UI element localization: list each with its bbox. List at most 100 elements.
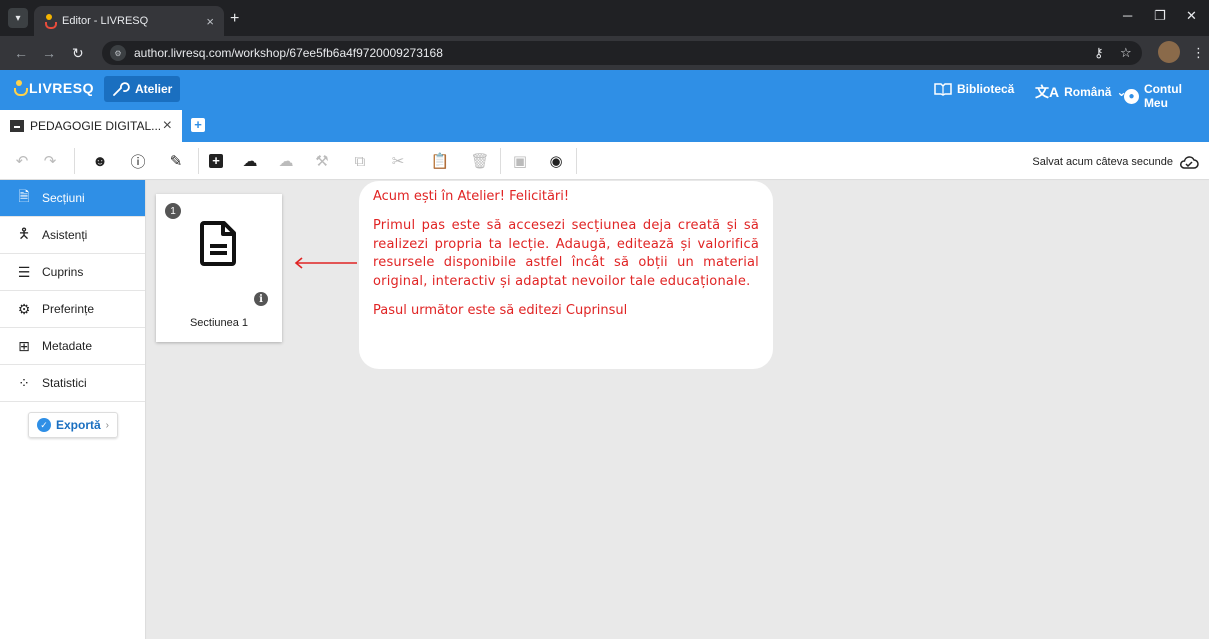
wrench-tool-icon[interactable]: ⚒ <box>312 151 332 171</box>
livresq-logo[interactable]: LIVRESQ <box>14 80 94 96</box>
sidebar-item-preferences[interactable]: ⚙ Preferințe <box>0 291 145 328</box>
section-info-icon[interactable]: i <box>254 292 268 306</box>
close-window-icon[interactable]: ✕ <box>1186 8 1197 24</box>
chevron-right-icon: › <box>105 419 110 431</box>
password-key-icon[interactable]: ⚷ <box>1094 45 1104 61</box>
sidebar-item-statistics[interactable]: ⁘ Statistici <box>0 365 145 402</box>
copy-icon[interactable]: ⧉ <box>350 151 370 171</box>
close-document-icon[interactable]: × <box>163 117 172 135</box>
app-header: LIVRESQ Atelier Bibliotecă 文A Română ⌄ ●… <box>0 70 1209 110</box>
tutorial-body: Primul pas este să accesezi secțiunea de… <box>373 218 759 289</box>
reload-icon[interactable]: ↻ <box>72 45 84 62</box>
toolbar-divider <box>74 148 75 174</box>
preview-eye-icon[interactable]: ◉ <box>546 151 566 171</box>
section-document-icon <box>200 221 236 266</box>
section-card[interactable]: 1 i Sectiunea 1 <box>156 194 282 342</box>
info-icon[interactable]: ⓘ <box>128 151 148 171</box>
atelier-button[interactable]: Atelier <box>104 76 181 102</box>
browser-menu-icon[interactable]: ⋮ <box>1192 45 1205 61</box>
cloud-download-icon[interactable]: ☁ <box>276 151 296 171</box>
tab-search-icon[interactable]: ▾ <box>8 8 28 28</box>
undo-icon[interactable]: ↶ <box>12 151 32 171</box>
new-tab-icon[interactable]: + <box>230 10 239 28</box>
verified-badge-icon: ✓ <box>36 418 51 432</box>
sidebar-item-metadata[interactable]: ⊞ Metadate <box>0 328 145 365</box>
language-select[interactable]: 文A Română ⌄ <box>1035 82 1127 102</box>
close-tab-icon[interactable]: × <box>206 14 214 29</box>
section-number-badge: 1 <box>165 203 181 219</box>
account-link[interactable]: ● Contul Meu <box>1124 82 1209 110</box>
back-icon[interactable]: ← <box>14 45 28 61</box>
atelier-label: Atelier <box>135 82 173 96</box>
editor-toolbar: ↶ ↷ ☻ ⓘ ✎ + ☁ ☁ ⚒ ⧉ ✂ 📋 🗑 ▣ ◉ Salvat acu… <box>0 142 1209 180</box>
gear-icon: ⚙ <box>17 300 31 317</box>
sidebar-item-sections[interactable]: 🗎 Secțiuni <box>0 180 145 217</box>
browser-tab-bar: ▾ Editor - LIVRESQ × + ─ ❐ ✕ <box>0 0 1209 36</box>
restore-icon[interactable]: ❐ <box>1154 8 1166 24</box>
logo-text: LIVRESQ <box>29 80 94 96</box>
save-status-text: Salvat acum câteva secunde <box>1032 156 1173 168</box>
address-bar: ← → ↻ ⚙ author.livresq.com/workshop/67ee… <box>0 36 1209 70</box>
export-label: Exportă <box>55 418 101 432</box>
minimize-icon[interactable]: ─ <box>1123 8 1132 23</box>
sidebar-item-label: Statistici <box>42 376 87 390</box>
pointer-arrow-icon <box>294 257 357 269</box>
cloud-upload-icon[interactable]: ☁ <box>240 151 260 171</box>
sidebar-item-label: Asistenți <box>42 228 88 242</box>
language-label: Română <box>1064 85 1112 99</box>
section-card-label: Sectiunea 1 <box>189 317 249 329</box>
livresq-favicon-icon <box>44 14 57 29</box>
document-tab-title: PEDAGOGIE DIGITAL... <box>30 119 162 133</box>
library-label: Bibliotecă <box>957 82 1015 96</box>
sidebar-item-label: Cuprins <box>42 265 84 279</box>
metadata-icon: ⊞ <box>18 337 30 354</box>
save-status: Salvat acum câteva secunde <box>1032 155 1199 169</box>
browser-tab[interactable]: Editor - LIVRESQ × <box>34 6 224 36</box>
forward-icon[interactable]: → <box>42 45 56 61</box>
account-label: Contul Meu <box>1143 82 1182 110</box>
site-info-icon[interactable]: ⚙ <box>110 45 126 61</box>
profile-avatar[interactable] <box>1158 41 1180 63</box>
account-circle-icon: ● <box>1124 88 1139 104</box>
move-section-icon[interactable]: ▣ <box>510 151 530 171</box>
toolbar-divider <box>500 148 501 174</box>
tutorial-next-step: Pasul următor este să editezi Cuprinsul <box>373 303 628 319</box>
toolbar-divider <box>576 148 577 174</box>
sidebar-item-label: Preferințe <box>42 302 95 316</box>
edit-pen-icon[interactable]: ✎ <box>166 151 186 171</box>
cut-icon[interactable]: ✂ <box>388 151 408 171</box>
document-tabs: PEDAGOGIE DIGITAL... × + <box>0 108 1209 142</box>
document-icon: 🗎 <box>18 188 30 204</box>
book-icon <box>934 83 952 96</box>
browser-tab-title: Editor - LIVRESQ <box>62 15 149 27</box>
workspace: 1 i Sectiunea 1 Acum ești în Atelier! Fe… <box>147 181 1209 639</box>
translate-icon: 文A <box>1035 84 1060 100</box>
redo-icon[interactable]: ↷ <box>40 151 60 171</box>
document-tab[interactable]: PEDAGOGIE DIGITAL... × <box>0 110 182 142</box>
sidebar-item-label: Secțiuni <box>42 191 85 205</box>
delete-icon[interactable]: 🗑 <box>470 151 490 171</box>
cloud-done-icon <box>1180 156 1199 169</box>
library-link[interactable]: Bibliotecă <box>934 82 1014 96</box>
assistant-head-icon[interactable]: ☻ <box>90 151 110 171</box>
add-document-tab-icon[interactable]: + <box>191 118 205 132</box>
tutorial-title: Acum ești în Atelier! Felicitări! <box>373 189 570 204</box>
paste-clipboard-icon[interactable]: 📋 <box>430 151 450 171</box>
bookmark-star-icon[interactable]: ☆ <box>1120 45 1132 61</box>
tutorial-bubble: Acum ești în Atelier! Felicitări! Primul… <box>359 181 773 369</box>
sidebar: 🗎 Secțiuni 🯅 Asistenți ☰ Cuprins ⚙ Prefe… <box>0 180 146 639</box>
list-icon: ☰ <box>17 263 31 280</box>
sidebar-item-contents[interactable]: ☰ Cuprins <box>0 254 145 291</box>
add-box-icon[interactable]: + <box>206 151 226 171</box>
toolbar-divider <box>198 148 199 174</box>
archive-icon <box>10 120 24 132</box>
export-button[interactable]: ✓ Exportă › <box>28 412 118 438</box>
chart-icon: ⁘ <box>18 374 30 391</box>
wrench-icon <box>113 82 130 96</box>
url-field[interactable]: ⚙ author.livresq.com/workshop/67ee5fb6a4… <box>102 41 1142 65</box>
sidebar-item-assistants[interactable]: 🯅 Asistenți <box>0 217 145 254</box>
url-text: author.livresq.com/workshop/67ee5fb6a4f9… <box>134 46 443 60</box>
person-icon: 🯅 <box>17 225 31 241</box>
sidebar-item-label: Metadate <box>42 339 93 353</box>
logo-icon <box>14 80 28 96</box>
